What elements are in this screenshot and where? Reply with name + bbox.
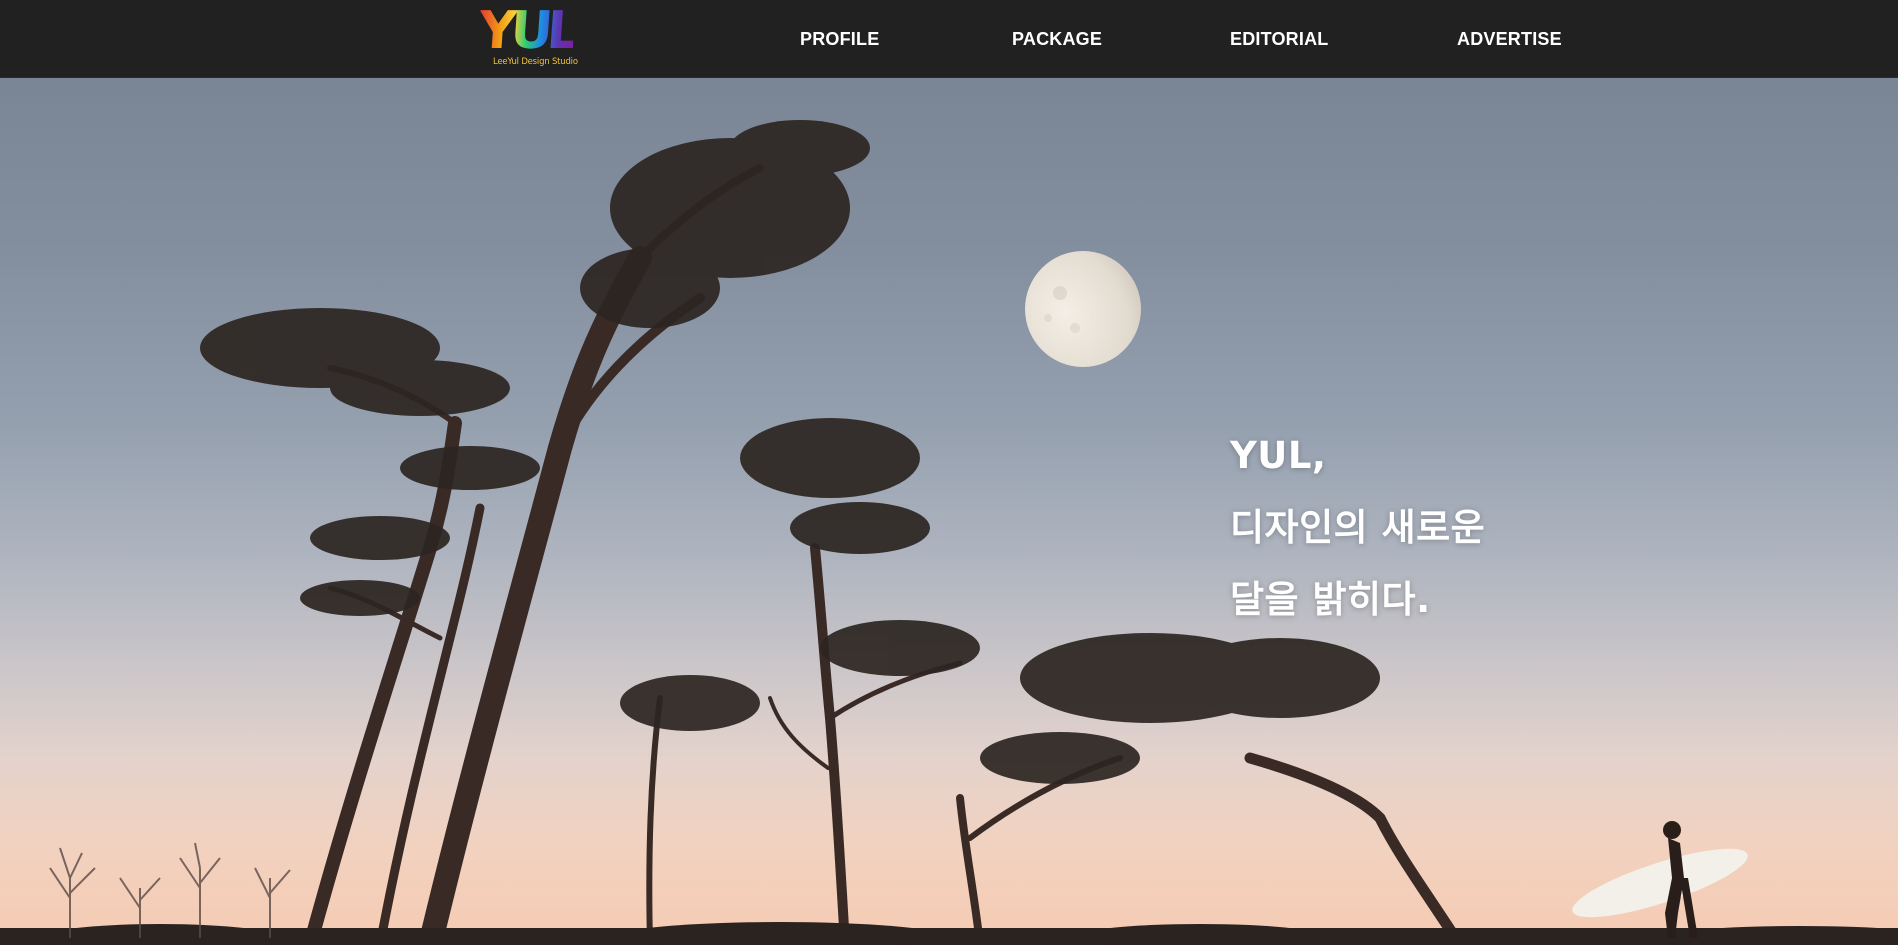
surfer-icon: [1572, 821, 1748, 938]
headline-line-2: 디자인의 새로운: [1230, 506, 1486, 549]
tree-foliage: [200, 120, 1380, 784]
headline-line-1: YUL,: [1230, 434, 1327, 477]
nav-link-editorial[interactable]: EDITORIAL: [1230, 0, 1328, 78]
logo-subtitle: LeeYul Design Studio: [493, 57, 578, 67]
hero-scene: [0, 120, 1898, 945]
logo[interactable]: YUL LeeYul Design Studio: [477, 1, 578, 69]
headline-line-3: 달을 밝히다.: [1230, 578, 1431, 621]
ground-silhouette: [0, 922, 1898, 945]
bare-tree-icon: [49, 842, 291, 938]
nav-link-package[interactable]: PACKAGE: [1012, 0, 1102, 78]
nav-link-profile[interactable]: PROFILE: [800, 0, 879, 78]
logo-letters: YUL: [476, 1, 577, 61]
top-navigation-bar: YUL LeeYul Design Studio PROFILE PACKAGE…: [0, 0, 1898, 78]
hero-headline: YUL, 디자인의 새로운 달을 밝히다.: [1230, 420, 1485, 636]
moon-icon: [1025, 251, 1141, 367]
nav-link-advertise[interactable]: ADVERTISE: [1457, 0, 1562, 78]
hero-banner: YUL, 디자인의 새로운 달을 밝히다.: [0, 78, 1898, 945]
